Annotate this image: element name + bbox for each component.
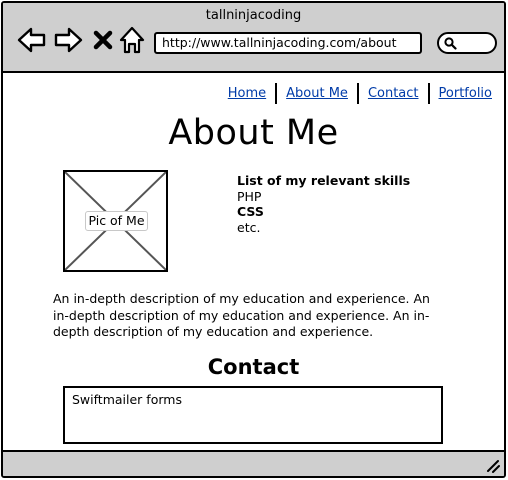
search-icon bbox=[444, 37, 457, 50]
skills-heading: List of my relevant skills bbox=[237, 173, 411, 188]
description-text: An in-depth description of my education … bbox=[53, 291, 430, 339]
home-icon[interactable] bbox=[118, 25, 146, 55]
address-bar[interactable]: http://www.tallninjacoding.com/about bbox=[154, 32, 422, 54]
skills-list: List of my relevant skills PHP CSS etc. bbox=[237, 173, 410, 235]
skill-item: CSS bbox=[237, 204, 264, 219]
nav-link-contact[interactable]: Contact bbox=[359, 86, 428, 101]
skill-item: etc. bbox=[237, 219, 261, 235]
browser-window: tallninjacoding http://www.tallninjacodi… bbox=[1, 1, 506, 478]
browser-toolbar: tallninjacoding http://www.tallninjacodi… bbox=[3, 3, 504, 73]
page-title: About Me bbox=[168, 113, 339, 153]
nav-link-home[interactable]: Home bbox=[219, 86, 275, 101]
search-input[interactable] bbox=[437, 32, 497, 54]
contact-form-placeholder: Swiftmailer forms bbox=[63, 386, 443, 444]
window-title: tallninjacoding bbox=[205, 8, 302, 23]
resize-grip-icon[interactable] bbox=[484, 457, 500, 473]
arrow-right-icon[interactable] bbox=[53, 25, 83, 55]
arrow-left-icon[interactable] bbox=[17, 25, 47, 55]
image-label: Pic of Me bbox=[85, 211, 148, 231]
skill-item: PHP bbox=[237, 188, 262, 204]
site-nav: Home About Me Contact Portfolio bbox=[219, 83, 492, 104]
nav-link-about[interactable]: About Me bbox=[277, 86, 357, 101]
close-icon[interactable] bbox=[91, 25, 115, 55]
contact-heading: Contact bbox=[207, 355, 300, 379]
status-bar bbox=[3, 450, 504, 476]
image-placeholder: Pic of Me bbox=[63, 170, 168, 272]
nav-link-portfolio[interactable]: Portfolio bbox=[430, 86, 492, 101]
